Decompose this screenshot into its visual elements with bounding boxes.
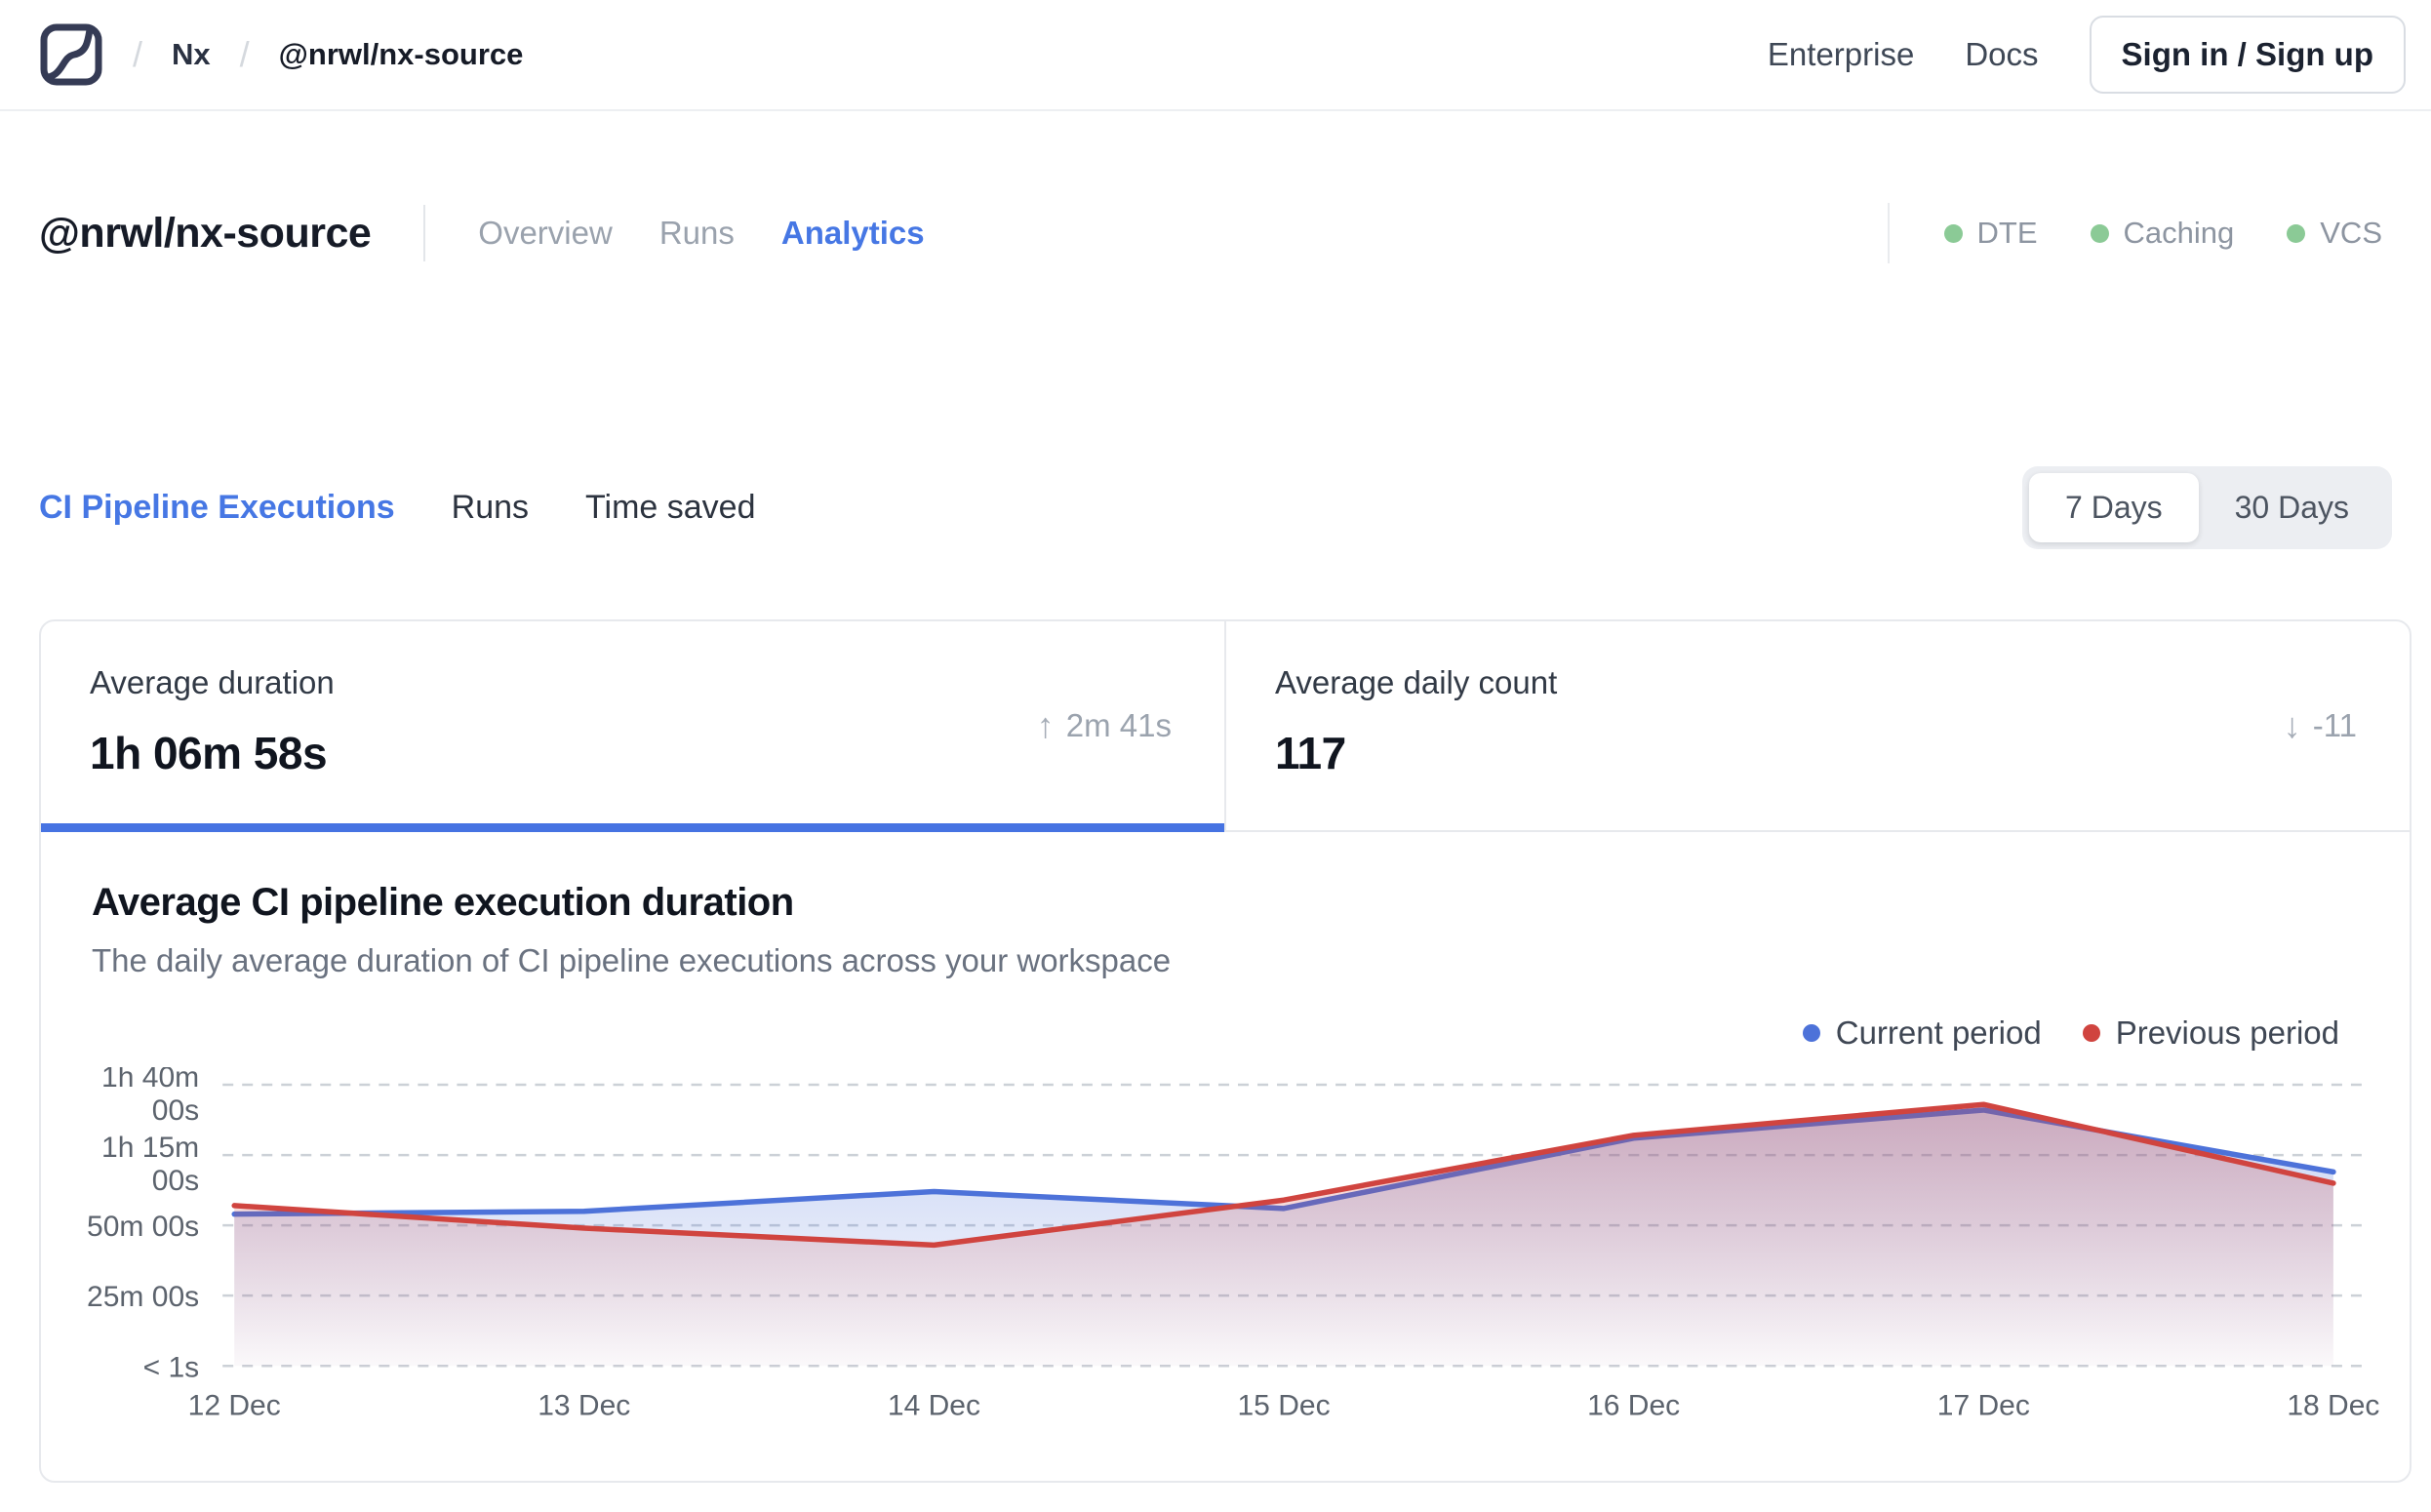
svg-text:16 Dec: 16 Dec bbox=[1587, 1389, 1680, 1421]
top-nav: / Nx / @nrwl/nx-source Enterprise Docs S… bbox=[0, 0, 2431, 111]
feature-label: Caching bbox=[2123, 216, 2235, 250]
svg-text:13 Dec: 13 Dec bbox=[538, 1389, 630, 1421]
feature-label: DTE bbox=[1976, 216, 2038, 250]
stat-delta: ↑ 2m 41s bbox=[1037, 705, 1172, 746]
date-range-toggle: 7 Days 30 Days bbox=[2022, 466, 2392, 549]
previous-period-dot-icon bbox=[2082, 1024, 2100, 1042]
title-divider bbox=[423, 205, 426, 261]
legend-previous-period[interactable]: Previous period bbox=[2082, 1015, 2339, 1052]
range-7-days-button[interactable]: 7 Days bbox=[2029, 473, 2199, 542]
svg-text:00s: 00s bbox=[152, 1094, 199, 1127]
tab-time-saved[interactable]: Time saved bbox=[585, 489, 755, 527]
legend-label: Previous period bbox=[2115, 1015, 2339, 1051]
status-dot-icon bbox=[2287, 223, 2306, 243]
duration-line-chart[interactable]: 1h 40m00s1h 15m00s50m 00s25m 00s< 1s12 D… bbox=[41, 1067, 2410, 1432]
feature-label: VCS bbox=[2320, 216, 2382, 250]
breadcrumb-separator: / bbox=[133, 34, 143, 74]
tab-overview[interactable]: Overview bbox=[478, 215, 613, 252]
sign-in-button[interactable]: Sign in / Sign up bbox=[2089, 16, 2406, 94]
workspace-header: @nrwl/nx-source Overview Runs Analytics … bbox=[0, 203, 2431, 263]
stat-value: 117 bbox=[1275, 728, 1346, 778]
svg-text:17 Dec: 17 Dec bbox=[1937, 1389, 2030, 1421]
analytics-panel: Average duration 1h 06m 58s ↑ 2m 41s Ave… bbox=[39, 619, 2411, 1484]
nx-cloud-logo[interactable] bbox=[39, 22, 103, 87]
stat-card-average-duration[interactable]: Average duration 1h 06m 58s ↑ 2m 41s bbox=[41, 621, 1226, 832]
svg-text:50m 00s: 50m 00s bbox=[87, 1211, 199, 1243]
stat-delta: ↓ -11 bbox=[2284, 705, 2357, 746]
analytics-tabs: CI Pipeline Executions Runs Time saved bbox=[39, 489, 756, 527]
docs-link[interactable]: Docs bbox=[1965, 36, 2038, 73]
svg-text:00s: 00s bbox=[152, 1165, 199, 1197]
trend-down-icon: ↓ bbox=[2283, 705, 2301, 745]
chart-section: Average CI pipeline execution duration T… bbox=[41, 832, 2410, 1481]
nx-cloud-logo-icon bbox=[40, 23, 102, 86]
breadcrumb: / Nx / @nrwl/nx-source bbox=[39, 22, 523, 87]
status-dot-icon bbox=[1943, 223, 1963, 243]
stat-label: Average daily count bbox=[1275, 664, 1558, 700]
feature-dte: DTE bbox=[1943, 216, 2038, 251]
tab-analytics-runs[interactable]: Runs bbox=[452, 489, 529, 527]
feature-vcs: VCS bbox=[2287, 216, 2382, 251]
legend-current-period[interactable]: Current period bbox=[1802, 1015, 2042, 1052]
trend-up-icon: ↑ bbox=[1036, 705, 1055, 745]
chart-title: Average CI pipeline execution duration bbox=[92, 881, 794, 924]
analytics-controls: CI Pipeline Executions Runs Time saved 7… bbox=[0, 466, 2431, 549]
svg-text:1h 40m: 1h 40m bbox=[101, 1067, 199, 1094]
tab-ci-pipeline-executions[interactable]: CI Pipeline Executions bbox=[39, 489, 395, 527]
page-title: @nrwl/nx-source bbox=[39, 209, 372, 257]
svg-text:1h 15m: 1h 15m bbox=[101, 1132, 199, 1164]
workspace-feature-status: DTE Caching VCS bbox=[1887, 203, 2393, 263]
chart-legend: Current period Previous period bbox=[41, 1015, 2410, 1052]
delta-value: -11 bbox=[2312, 707, 2357, 743]
enterprise-link[interactable]: Enterprise bbox=[1768, 36, 1914, 73]
stat-label: Average duration bbox=[90, 664, 335, 700]
breadcrumb-separator: / bbox=[239, 34, 250, 74]
stat-card-average-daily-count[interactable]: Average daily count 117 ↓ -11 bbox=[1226, 621, 2410, 830]
feature-caching: Caching bbox=[2090, 216, 2235, 251]
svg-text:25m 00s: 25m 00s bbox=[87, 1281, 199, 1313]
current-period-dot-icon bbox=[1802, 1024, 1820, 1042]
svg-text:14 Dec: 14 Dec bbox=[888, 1389, 980, 1421]
workspace-tabs: Overview Runs Analytics bbox=[478, 215, 924, 252]
svg-text:12 Dec: 12 Dec bbox=[188, 1389, 281, 1421]
delta-value: 2m 41s bbox=[1065, 707, 1172, 743]
status-dot-icon bbox=[2090, 223, 2109, 243]
range-30-days-button[interactable]: 30 Days bbox=[2199, 473, 2385, 542]
stat-cards-row: Average duration 1h 06m 58s ↑ 2m 41s Ave… bbox=[41, 621, 2410, 832]
svg-text:18 Dec: 18 Dec bbox=[2287, 1389, 2379, 1421]
breadcrumb-repo[interactable]: @nrwl/nx-source bbox=[279, 37, 524, 72]
tab-runs[interactable]: Runs bbox=[659, 215, 735, 252]
chart-subtitle: The daily average duration of CI pipelin… bbox=[92, 942, 1172, 978]
feature-divider bbox=[1887, 203, 1890, 263]
tab-analytics[interactable]: Analytics bbox=[781, 215, 925, 252]
svg-text:15 Dec: 15 Dec bbox=[1237, 1389, 1330, 1421]
svg-text:< 1s: < 1s bbox=[143, 1351, 200, 1383]
legend-label: Current period bbox=[1835, 1015, 2042, 1051]
stat-value: 1h 06m 58s bbox=[90, 728, 328, 778]
nav-actions: Enterprise Docs Sign in / Sign up bbox=[1768, 16, 2406, 94]
breadcrumb-org[interactable]: Nx bbox=[172, 37, 211, 72]
